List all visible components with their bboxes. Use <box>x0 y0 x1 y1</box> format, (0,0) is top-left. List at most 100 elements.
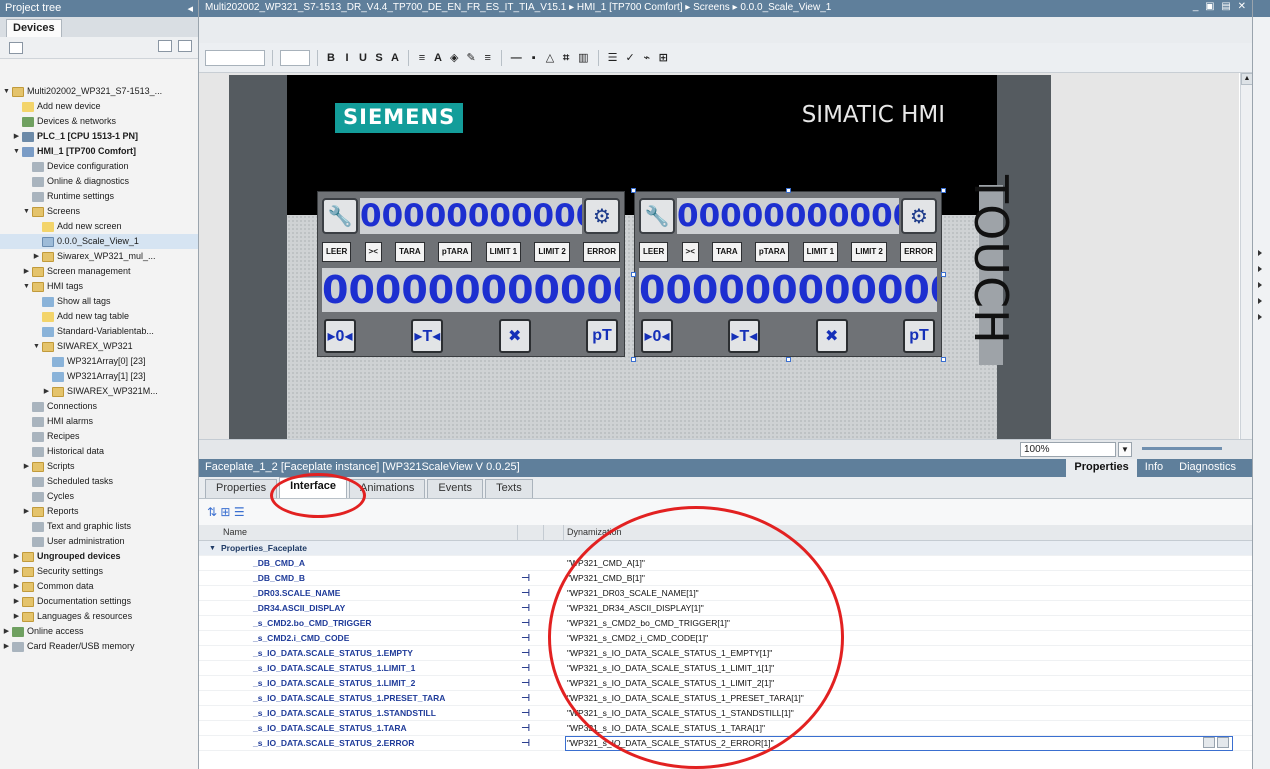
collapse-arrow-icon[interactable]: ▼ <box>2 84 11 99</box>
format-button[interactable]: B <box>325 51 337 65</box>
interface-row[interactable]: _s_CMD2.bo_CMD_TRIGGER ⊣ "WP321_s_CMD2_bo_… <box>199 616 1252 631</box>
zoom-field[interactable]: 100% <box>1020 442 1116 457</box>
expand-arrow-icon[interactable]: ▶ <box>2 624 11 639</box>
format-button[interactable]: ⌁ <box>641 51 653 65</box>
tree-item[interactable]: ▶ SIWAREX_WP321M... <box>0 384 198 399</box>
collapse-arrow-icon[interactable]: ▼ <box>22 204 31 219</box>
service-icon[interactable]: ⚙ <box>901 198 937 234</box>
tree-item[interactable]: Recipes <box>0 429 198 444</box>
collapse-all-icon[interactable]: ☰ <box>234 505 245 519</box>
tree-item[interactable]: Historical data <box>0 444 198 459</box>
tree-item[interactable]: ▶ Common data <box>0 579 198 594</box>
tree-item[interactable]: ▶ Online access <box>0 624 198 639</box>
selection-handle[interactable] <box>941 357 946 362</box>
format-button[interactable]: ◈ <box>448 51 460 65</box>
format-button[interactable]: ✓ <box>623 51 636 65</box>
sort-icon[interactable]: ⇅ <box>207 505 217 519</box>
format-button[interactable]: ▪ <box>528 51 540 65</box>
interface-row[interactable]: _s_IO_DATA.SCALE_STATUS_1.STANDSTILL ⊣ "WP… <box>199 706 1252 721</box>
tree-item[interactable]: ▼ SIWAREX_WP321 <box>0 339 198 354</box>
tree-item[interactable]: ▼ HMI tags <box>0 279 198 294</box>
cancel-tare-button[interactable]: ✖ <box>498 319 531 353</box>
selection-handle[interactable] <box>941 188 946 193</box>
expand-arrow-icon[interactable]: ▶ <box>22 504 31 519</box>
expand-arrow-icon[interactable]: ▶ <box>12 129 21 144</box>
format-button[interactable]: A <box>432 51 444 65</box>
column-name-header[interactable]: Name <box>223 527 247 537</box>
interface-row[interactable]: _s_IO_DATA.SCALE_STATUS_1.EMPTY ⊣ "WP321_s… <box>199 646 1252 661</box>
expand-arrow-icon[interactable]: ▶ <box>22 459 31 474</box>
details-view-icon[interactable] <box>178 40 192 52</box>
tab-diagnostics[interactable]: Diagnostics <box>1171 459 1244 477</box>
subtab-properties[interactable]: Properties <box>205 479 278 498</box>
format-button[interactable]: A <box>389 51 401 65</box>
format-button[interactable]: ☰ <box>606 51 620 65</box>
screen-canvas[interactable]: SIEMENS SIMATIC HMI TOUCH 🔧00000000000(⚙… <box>199 73 1239 439</box>
format-button[interactable]: I <box>341 51 353 65</box>
font-dropdown[interactable] <box>280 49 310 66</box>
more-icon[interactable] <box>1217 737 1229 748</box>
overview-icon[interactable] <box>9 41 23 54</box>
subtab-events[interactable]: Events <box>427 479 484 498</box>
expand-arrow-icon[interactable]: ▶ <box>22 264 31 279</box>
expand-arrow-icon[interactable]: ▶ <box>12 609 21 624</box>
tree-item[interactable]: Show all tags <box>0 294 198 309</box>
expand-arrow-icon[interactable]: ▶ <box>2 639 11 654</box>
tree-item[interactable]: ▶ Ungrouped devices <box>0 549 198 564</box>
tree-item[interactable]: WP321Array[0] [23] <box>0 354 198 369</box>
preset-tare-button[interactable]: pT <box>585 319 618 353</box>
expand-icon[interactable] <box>1258 282 1262 288</box>
interface-row[interactable]: _DR34.ASCII_DISPLAY ⊣ "WP321_DR34_ASCII_DI… <box>199 601 1252 616</box>
expand-icon[interactable] <box>1258 266 1262 272</box>
expand-arrow-icon[interactable]: ▶ <box>32 249 41 264</box>
expand-arrow-icon[interactable]: ▶ <box>42 384 51 399</box>
interface-row[interactable]: _s_IO_DATA.SCALE_STATUS_2.ERROR ⊣ "WP321_s… <box>199 736 1252 751</box>
interface-row[interactable]: _DR03.SCALE_NAME ⊣ "WP321_DR03_SCALE_NAME[… <box>199 586 1252 601</box>
tree-item[interactable]: WP321Array[1] [23] <box>0 369 198 384</box>
column-dynamization-header[interactable]: Dynamization <box>567 527 622 537</box>
tree-item[interactable]: ▶ Documentation settings <box>0 594 198 609</box>
tree-item[interactable]: Cycles <box>0 489 198 504</box>
expand-icon[interactable] <box>1258 298 1262 304</box>
tree-item[interactable]: ▶ Languages & resources <box>0 609 198 624</box>
tree-item[interactable]: ▼ Screens <box>0 204 198 219</box>
tree-item[interactable]: ▶ Reports <box>0 504 198 519</box>
expand-icon[interactable] <box>1258 314 1262 320</box>
interface-row[interactable]: _s_CMD2.i_CMD_CODE ⊣ "WP321_s_CMD2_i_CMD_C… <box>199 631 1252 646</box>
tree-item[interactable]: ▶ Screen management <box>0 264 198 279</box>
tree-item[interactable]: ▼ Multi202002_WP321_S7-1513_... <box>0 84 198 99</box>
interface-row[interactable]: _s_IO_DATA.SCALE_STATUS_1.PRESET_TARA ⊣ "W… <box>199 691 1252 706</box>
dynamization-value[interactable]: "WP321_s_IO_DATA_SCALE_STATUS_2_ERROR[1]… <box>567 736 774 751</box>
format-button[interactable]: S <box>373 51 385 65</box>
canvas-scrollbar[interactable]: ▲ <box>1240 73 1253 439</box>
cancel-tare-button[interactable]: ✖ <box>815 319 848 353</box>
tree-item[interactable]: ▶ Security settings <box>0 564 198 579</box>
tree-item[interactable]: ▶ Scripts <box>0 459 198 474</box>
interface-row[interactable]: _DB_CMD_A "WP321_CMD_A[1]" <box>199 556 1252 571</box>
tab-info[interactable]: Info <box>1137 459 1171 477</box>
browse-icon[interactable] <box>1203 737 1215 748</box>
expand-arrow-icon[interactable]: ▶ <box>12 579 21 594</box>
scale-faceplate[interactable]: 🔧00000000000(⚙ LEER >< TARA pTARA LIMIT 1 LIMI… <box>634 191 942 357</box>
tree-item[interactable]: ▶ PLC_1 [CPU 1513-1 PN] <box>0 129 198 144</box>
tree-item[interactable]: 0.0.0_Scale_View_1 <box>0 234 198 249</box>
format-button[interactable]: ⊞ <box>657 51 670 65</box>
selection-handle[interactable] <box>631 357 636 362</box>
interface-row[interactable]: _s_IO_DATA.SCALE_STATUS_1.LIMIT_2 ⊣ "WP321… <box>199 676 1252 691</box>
format-button[interactable]: △ <box>544 51 556 65</box>
wrench-icon[interactable]: 🔧 <box>322 198 358 234</box>
format-button[interactable]: U <box>357 51 369 65</box>
selection-handle[interactable] <box>631 188 636 193</box>
tree-item[interactable]: ▼ HMI_1 [TP700 Comfort] <box>0 144 198 159</box>
grid-group-row[interactable]: ▼ Properties_Faceplate <box>199 541 1252 556</box>
selection-handle[interactable] <box>941 272 946 277</box>
tree-item[interactable]: Device configuration <box>0 159 198 174</box>
wrench-icon[interactable]: 🔧 <box>639 198 675 234</box>
format-button[interactable]: ⌗ <box>560 51 572 65</box>
tree-item[interactable]: Add new screen <box>0 219 198 234</box>
tab-properties[interactable]: Properties <box>1066 459 1137 477</box>
window-controls[interactable]: _ ▣ ▤ ✕ <box>1193 1 1248 12</box>
collapse-arrow-icon[interactable]: ▼ <box>32 339 41 354</box>
format-button[interactable]: ▥ <box>576 51 590 65</box>
collapse-arrow-icon[interactable]: ▼ <box>12 144 21 159</box>
